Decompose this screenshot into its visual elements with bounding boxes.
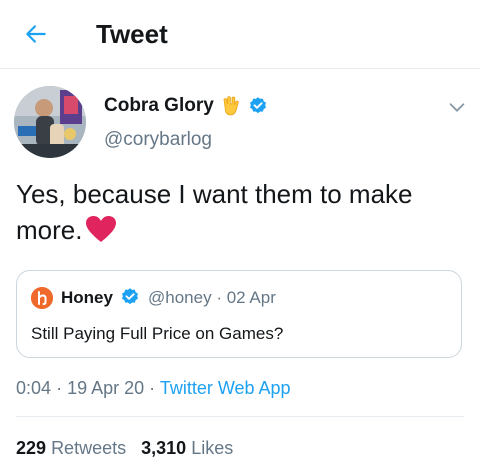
- quote-meta: @honey · 02 Apr: [148, 287, 276, 309]
- tweet-date[interactable]: 19 Apr 20: [67, 378, 144, 398]
- quote-avatar: [31, 287, 53, 309]
- quoted-tweet-card[interactable]: Honey @honey · 02 Apr Still Paying Full …: [16, 270, 462, 358]
- likes-label: Likes: [191, 438, 234, 458]
- verified-badge-icon: [122, 288, 138, 305]
- retweets-label: Retweets: [51, 438, 127, 458]
- tweet-meta: 0:04 · 19 Apr 20 · Twitter Web App: [16, 376, 291, 400]
- tweet-page: Tweet Cobra Glory @corybarlog Yes, becau…: [0, 0, 480, 472]
- quote-text: Still Paying Full Price on Games?: [31, 324, 284, 343]
- tweet-body: Yes, because I want them to make more.: [16, 176, 471, 248]
- likes-count: 3,310: [141, 438, 187, 458]
- chevron-down-icon[interactable]: [446, 96, 468, 118]
- tweet-time[interactable]: 0:04: [16, 378, 51, 398]
- quote-separator: ·: [216, 288, 222, 307]
- source-app-link[interactable]: Twitter Web App: [160, 378, 291, 398]
- page-title: Tweet: [96, 19, 168, 49]
- quote-handle: @honey: [148, 288, 212, 307]
- verified-badge-icon: [249, 97, 266, 114]
- arrow-left-icon: [26, 25, 46, 43]
- author-handle[interactable]: @corybarlog: [104, 128, 212, 152]
- tweet-stats: 229 Retweets 3,310 Likes: [16, 436, 233, 460]
- author-name: Cobra Glory: [104, 95, 214, 116]
- divider: [16, 416, 464, 417]
- avatar[interactable]: [14, 86, 86, 158]
- honey-logo-icon: [31, 287, 53, 309]
- author-name-row[interactable]: Cobra Glory: [104, 94, 268, 118]
- retweets-stat[interactable]: 229 Retweets: [16, 438, 131, 458]
- quote-date: 02 Apr: [226, 288, 276, 307]
- meta-separator: ·: [149, 378, 156, 398]
- likes-stat[interactable]: 3,310 Likes: [141, 438, 233, 458]
- meta-separator: ·: [56, 378, 63, 398]
- tweet-text: Yes, because I want them to make more.: [16, 179, 413, 245]
- vulcan-salute-icon: [223, 96, 239, 116]
- retweets-count: 229: [16, 438, 47, 458]
- quote-author-name: Honey: [61, 288, 113, 307]
- header-bar: Tweet: [0, 0, 480, 69]
- back-button[interactable]: [20, 18, 52, 50]
- red-heart-icon: [86, 216, 117, 242]
- avatar-image: [14, 86, 86, 158]
